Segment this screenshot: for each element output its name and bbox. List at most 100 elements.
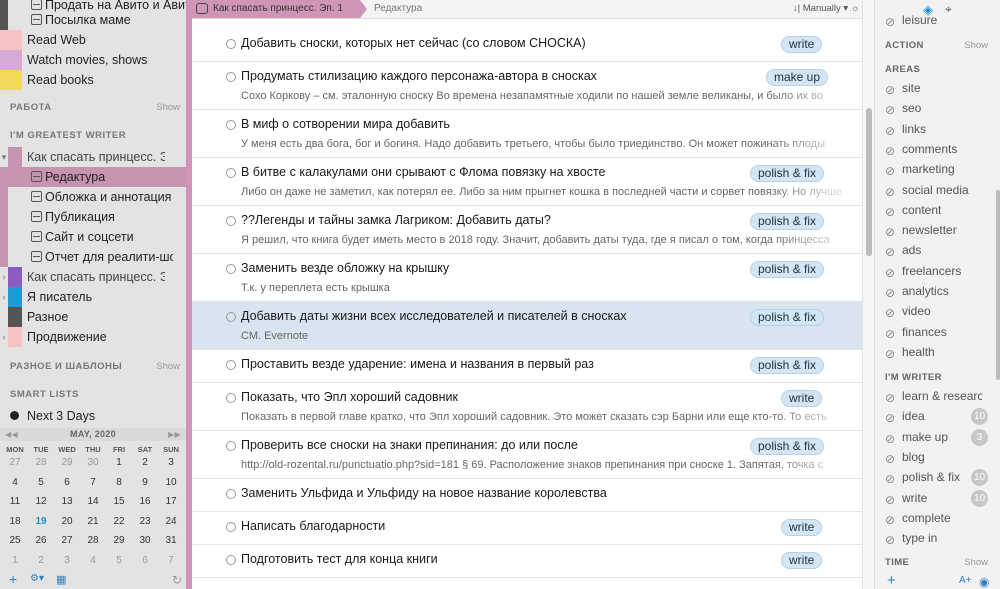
show-button[interactable]: Show (964, 40, 988, 51)
task-tag[interactable]: polish & fix (750, 357, 825, 374)
calendar-day[interactable]: 3 (54, 555, 80, 566)
calendar-day[interactable]: 10 (158, 477, 184, 488)
smart-list-next-3-days[interactable]: Next 3 Days (0, 406, 186, 426)
tag-item[interactable]: ⊘ seo (885, 100, 995, 118)
calendar-icon[interactable]: ▦ (56, 573, 66, 586)
sidebar-item-project-ep1[interactable]: ▾ Как спасать принцесс. Эп. 1 (0, 147, 186, 167)
calendar-day[interactable]: 3 (158, 457, 184, 468)
task-checkbox[interactable] (226, 393, 236, 403)
calendar-day[interactable]: 5 (28, 477, 54, 488)
task-checkbox[interactable] (226, 555, 236, 565)
calendar-day[interactable]: 7 (158, 555, 184, 566)
tag-item[interactable]: ⊘ site (885, 80, 995, 98)
section-smart-lists[interactable]: SMART LISTS (10, 389, 79, 400)
scrollbar-thumb[interactable] (866, 108, 872, 256)
calendar-day[interactable]: 9 (132, 477, 158, 488)
sidebar-item-editing[interactable]: Редактура (0, 167, 186, 187)
task-row[interactable]: Проверить все сноски на знаки препинания… (192, 431, 862, 479)
task-row[interactable]: ??Легенды и тайны замка Лагриком: Добави… (192, 206, 862, 254)
tag-item[interactable]: ⊘ ads (885, 242, 995, 260)
calendar-day[interactable]: 31 (158, 535, 184, 546)
task-checkbox[interactable] (226, 522, 236, 532)
task-row[interactable]: Подготовить тест для конца книги write (192, 545, 862, 578)
section-misc[interactable]: РАЗНОЕ И ШАБЛОНЫ (10, 361, 122, 372)
section-writer[interactable]: I'M GREATEST WRITER (10, 130, 126, 141)
calendar-day[interactable]: 16 (132, 496, 158, 507)
calendar-day[interactable]: 13 (54, 496, 80, 507)
tag-item[interactable]: ⊘ social media (885, 182, 995, 200)
calendar-day[interactable]: 6 (54, 477, 80, 488)
calendar-day[interactable]: 25 (2, 535, 28, 546)
task-tag[interactable]: make up (766, 69, 829, 86)
task-row[interactable]: В битве с калакулами они срывают с Флома… (192, 158, 862, 206)
chevron-right-icon[interactable]: › (0, 267, 8, 287)
calendar-day[interactable]: 22 (106, 516, 132, 527)
calendar-day[interactable]: 29 (106, 535, 132, 546)
calendar-day[interactable]: 4 (2, 477, 28, 488)
task-checkbox[interactable] (226, 312, 236, 322)
sidebar-item-project-ep2[interactable]: › Как спасать принцесс. Эп. 2 (0, 267, 186, 287)
calendar-day[interactable]: 24 (158, 516, 184, 527)
task-tag[interactable]: polish & fix (750, 261, 825, 278)
tag-item[interactable]: ⊘ write 10 (885, 489, 995, 508)
task-checkbox[interactable] (226, 489, 236, 499)
show-button[interactable]: Show (156, 102, 180, 113)
sidebar-item-site[interactable]: Сайт и соцсети (0, 227, 186, 247)
calendar-day[interactable]: 30 (132, 535, 158, 546)
tab-project[interactable]: Как спасать принцесс. Эп. 1 (192, 0, 367, 18)
chevron-down-icon[interactable]: ▾ (0, 147, 8, 167)
sync-icon[interactable]: ↻ (172, 573, 182, 587)
calendar-day[interactable]: 17 (158, 496, 184, 507)
tag-item[interactable]: ⊘ complete (885, 510, 995, 528)
calendar-day[interactable]: 29 (54, 457, 80, 468)
sidebar-item-promotion[interactable]: › Продвижение (0, 327, 186, 347)
task-row[interactable]: Добавить даты жизни всех исследователей … (192, 302, 862, 350)
calendar-day[interactable]: 7 (80, 477, 106, 488)
calendar-day[interactable]: 28 (28, 457, 54, 468)
scrollbar-thumb[interactable] (996, 190, 1000, 380)
tag-item[interactable]: ⊘ video (885, 303, 995, 321)
tag-item[interactable]: ⊘ blog (885, 449, 995, 467)
sidebar-item-report[interactable]: Отчет для реалити-шоу (0, 247, 186, 267)
calendar-day[interactable]: 6 (132, 555, 158, 566)
task-tag[interactable]: polish & fix (750, 438, 825, 455)
gear-icon[interactable]: ⚙▾ (30, 573, 44, 584)
scrollbar[interactable] (862, 0, 874, 589)
calendar-day[interactable]: 28 (80, 535, 106, 546)
calendar-day[interactable]: 8 (106, 477, 132, 488)
calendar-day[interactable]: 14 (80, 496, 106, 507)
calendar-day[interactable]: 4 (80, 555, 106, 566)
task-tag[interactable]: write (781, 36, 823, 53)
calendar-day[interactable]: 5 (106, 555, 132, 566)
task-checkbox[interactable] (226, 441, 236, 451)
eye-icon[interactable]: ◉ (979, 575, 989, 589)
calendar-day[interactable]: 1 (2, 555, 28, 566)
task-row[interactable]: Написать благодарности write (192, 512, 862, 545)
task-row[interactable]: Проставить везде ударение: имена и назва… (192, 350, 862, 383)
tag-item[interactable]: ⊘ marketing (885, 161, 995, 179)
next-month-icon[interactable]: ▶▶ (168, 428, 181, 441)
calendar-day[interactable]: 12 (28, 496, 54, 507)
section-time[interactable]: TIME (885, 557, 909, 568)
task-tag[interactable]: polish & fix (750, 309, 825, 326)
calendar-day[interactable]: 19 (28, 516, 54, 527)
tag-item[interactable]: ⊘ health (885, 344, 995, 362)
calendar-day[interactable]: 11 (2, 496, 28, 507)
calendar-day[interactable]: 21 (80, 516, 106, 527)
tag-item[interactable]: ⊘ content (885, 202, 995, 220)
task-tag[interactable]: write (781, 390, 823, 407)
task-tag[interactable]: write (781, 552, 823, 569)
add-icon[interactable]: + (9, 571, 17, 587)
sidebar-item-cover[interactable]: Обложка и аннотация (0, 187, 186, 207)
tag-item[interactable]: ⊘ finances (885, 324, 995, 342)
tag-item[interactable]: ⊘ make up 3 (885, 428, 995, 447)
task-checkbox[interactable] (226, 216, 236, 226)
task-checkbox[interactable] (226, 360, 236, 370)
tag-item[interactable]: ⊘ learn & research (885, 388, 995, 406)
calendar-day[interactable]: 1 (106, 457, 132, 468)
calendar-day[interactable]: 18 (2, 516, 28, 527)
sidebar-item-writer[interactable]: › Я писатель (0, 287, 186, 307)
sidebar-item-read-web[interactable]: Read Web (0, 30, 186, 50)
sort-control[interactable]: ↓| Manually ▾ ☼ ▾ (793, 3, 867, 14)
task-tag[interactable]: write (781, 519, 823, 536)
